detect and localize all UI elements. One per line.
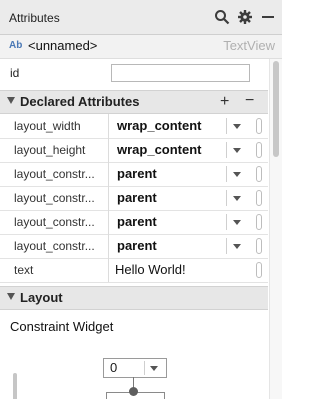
attribute-name: layout_width bbox=[14, 119, 81, 133]
value-separator bbox=[226, 118, 227, 134]
dropdown-arrow-icon[interactable] bbox=[233, 220, 241, 225]
constraint-widget-title: Constraint Widget bbox=[10, 319, 114, 334]
component-row: Ab <unnamed> TextView bbox=[0, 35, 282, 59]
column-divider bbox=[108, 210, 109, 234]
collapse-triangle-icon[interactable] bbox=[7, 97, 15, 104]
attributes-content: id Declared Attributes + − layout_width … bbox=[0, 59, 268, 399]
add-attribute-button[interactable]: + bbox=[220, 93, 229, 111]
column-divider bbox=[108, 162, 109, 186]
id-input[interactable] bbox=[111, 64, 250, 82]
minimize-icon[interactable] bbox=[260, 9, 276, 25]
attribute-value[interactable]: Hello World! bbox=[115, 262, 186, 277]
vertical-bias-slider[interactable] bbox=[13, 373, 17, 399]
attribute-name: layout_constr... bbox=[14, 215, 95, 229]
constraint-handle[interactable] bbox=[129, 387, 138, 396]
layout-section-header[interactable]: Layout bbox=[0, 286, 268, 310]
attribute-row[interactable]: layout_constr... parent bbox=[0, 210, 268, 235]
attribute-value[interactable]: wrap_content bbox=[117, 142, 202, 157]
attributes-panel: Attributes Ab <unnamed> TextView id Decl… bbox=[0, 0, 282, 399]
resource-picker-button[interactable] bbox=[256, 118, 262, 134]
attribute-name: layout_constr... bbox=[14, 191, 95, 205]
layout-section-title: Layout bbox=[20, 290, 63, 305]
value-separator bbox=[226, 214, 227, 230]
value-separator bbox=[226, 166, 227, 182]
attribute-row[interactable]: layout_height wrap_content bbox=[0, 138, 268, 163]
top-margin-value: 0 bbox=[110, 360, 118, 375]
attribute-value[interactable]: wrap_content bbox=[117, 118, 202, 133]
textview-icon: Ab bbox=[9, 40, 23, 51]
id-label: id bbox=[10, 66, 20, 80]
vertical-scrollbar[interactable] bbox=[269, 59, 282, 399]
column-divider bbox=[108, 186, 109, 210]
collapse-triangle-icon[interactable] bbox=[7, 293, 15, 300]
attribute-name: text bbox=[14, 263, 34, 277]
top-margin-dropdown[interactable]: 0 bbox=[103, 358, 167, 378]
declared-attributes-header[interactable]: Declared Attributes + − bbox=[0, 90, 268, 114]
resource-picker-button[interactable] bbox=[256, 238, 262, 254]
resource-picker-button[interactable] bbox=[256, 166, 262, 182]
attribute-value[interactable]: parent bbox=[117, 238, 157, 253]
panel-header: Attributes bbox=[0, 0, 282, 35]
header-actions bbox=[214, 9, 276, 25]
declared-attributes-title: Declared Attributes bbox=[20, 94, 140, 109]
dropdown-arrow-icon[interactable] bbox=[150, 366, 158, 371]
column-divider bbox=[108, 114, 109, 138]
value-separator bbox=[144, 361, 145, 375]
attribute-name: layout_constr... bbox=[14, 167, 95, 181]
value-separator bbox=[226, 238, 227, 254]
resource-picker-button[interactable] bbox=[256, 214, 262, 230]
column-divider bbox=[108, 138, 109, 162]
attribute-row[interactable]: text Hello World! bbox=[0, 258, 268, 283]
resource-picker-button[interactable] bbox=[256, 262, 262, 278]
attribute-row[interactable]: layout_constr... parent bbox=[0, 162, 268, 187]
dropdown-arrow-icon[interactable] bbox=[233, 172, 241, 177]
resource-picker-button[interactable] bbox=[256, 142, 262, 158]
dropdown-arrow-icon[interactable] bbox=[233, 124, 241, 129]
attribute-value[interactable]: parent bbox=[117, 166, 157, 181]
column-divider bbox=[108, 234, 109, 258]
dropdown-arrow-icon[interactable] bbox=[233, 244, 241, 249]
attribute-row[interactable]: layout_constr... parent bbox=[0, 186, 268, 211]
attribute-value[interactable]: parent bbox=[117, 190, 157, 205]
attribute-row[interactable]: layout_width wrap_content bbox=[0, 114, 268, 139]
scrollbar-thumb[interactable] bbox=[273, 61, 279, 157]
attribute-value[interactable]: parent bbox=[117, 214, 157, 229]
component-name: <unnamed> bbox=[28, 38, 98, 53]
attribute-row[interactable]: layout_constr... parent bbox=[0, 234, 268, 259]
dropdown-arrow-icon[interactable] bbox=[233, 148, 241, 153]
dropdown-arrow-icon[interactable] bbox=[233, 196, 241, 201]
panel-title: Attributes bbox=[9, 11, 60, 25]
component-type: TextView bbox=[223, 38, 275, 53]
attribute-name: layout_height bbox=[14, 143, 86, 157]
attribute-name: layout_constr... bbox=[14, 239, 95, 253]
resource-picker-button[interactable] bbox=[256, 190, 262, 206]
search-icon[interactable] bbox=[214, 9, 230, 25]
value-separator bbox=[226, 142, 227, 158]
id-row: id bbox=[0, 59, 268, 88]
column-divider bbox=[108, 258, 109, 282]
gear-icon[interactable] bbox=[237, 9, 253, 25]
remove-attribute-button[interactable]: − bbox=[245, 92, 254, 110]
value-separator bbox=[226, 190, 227, 206]
